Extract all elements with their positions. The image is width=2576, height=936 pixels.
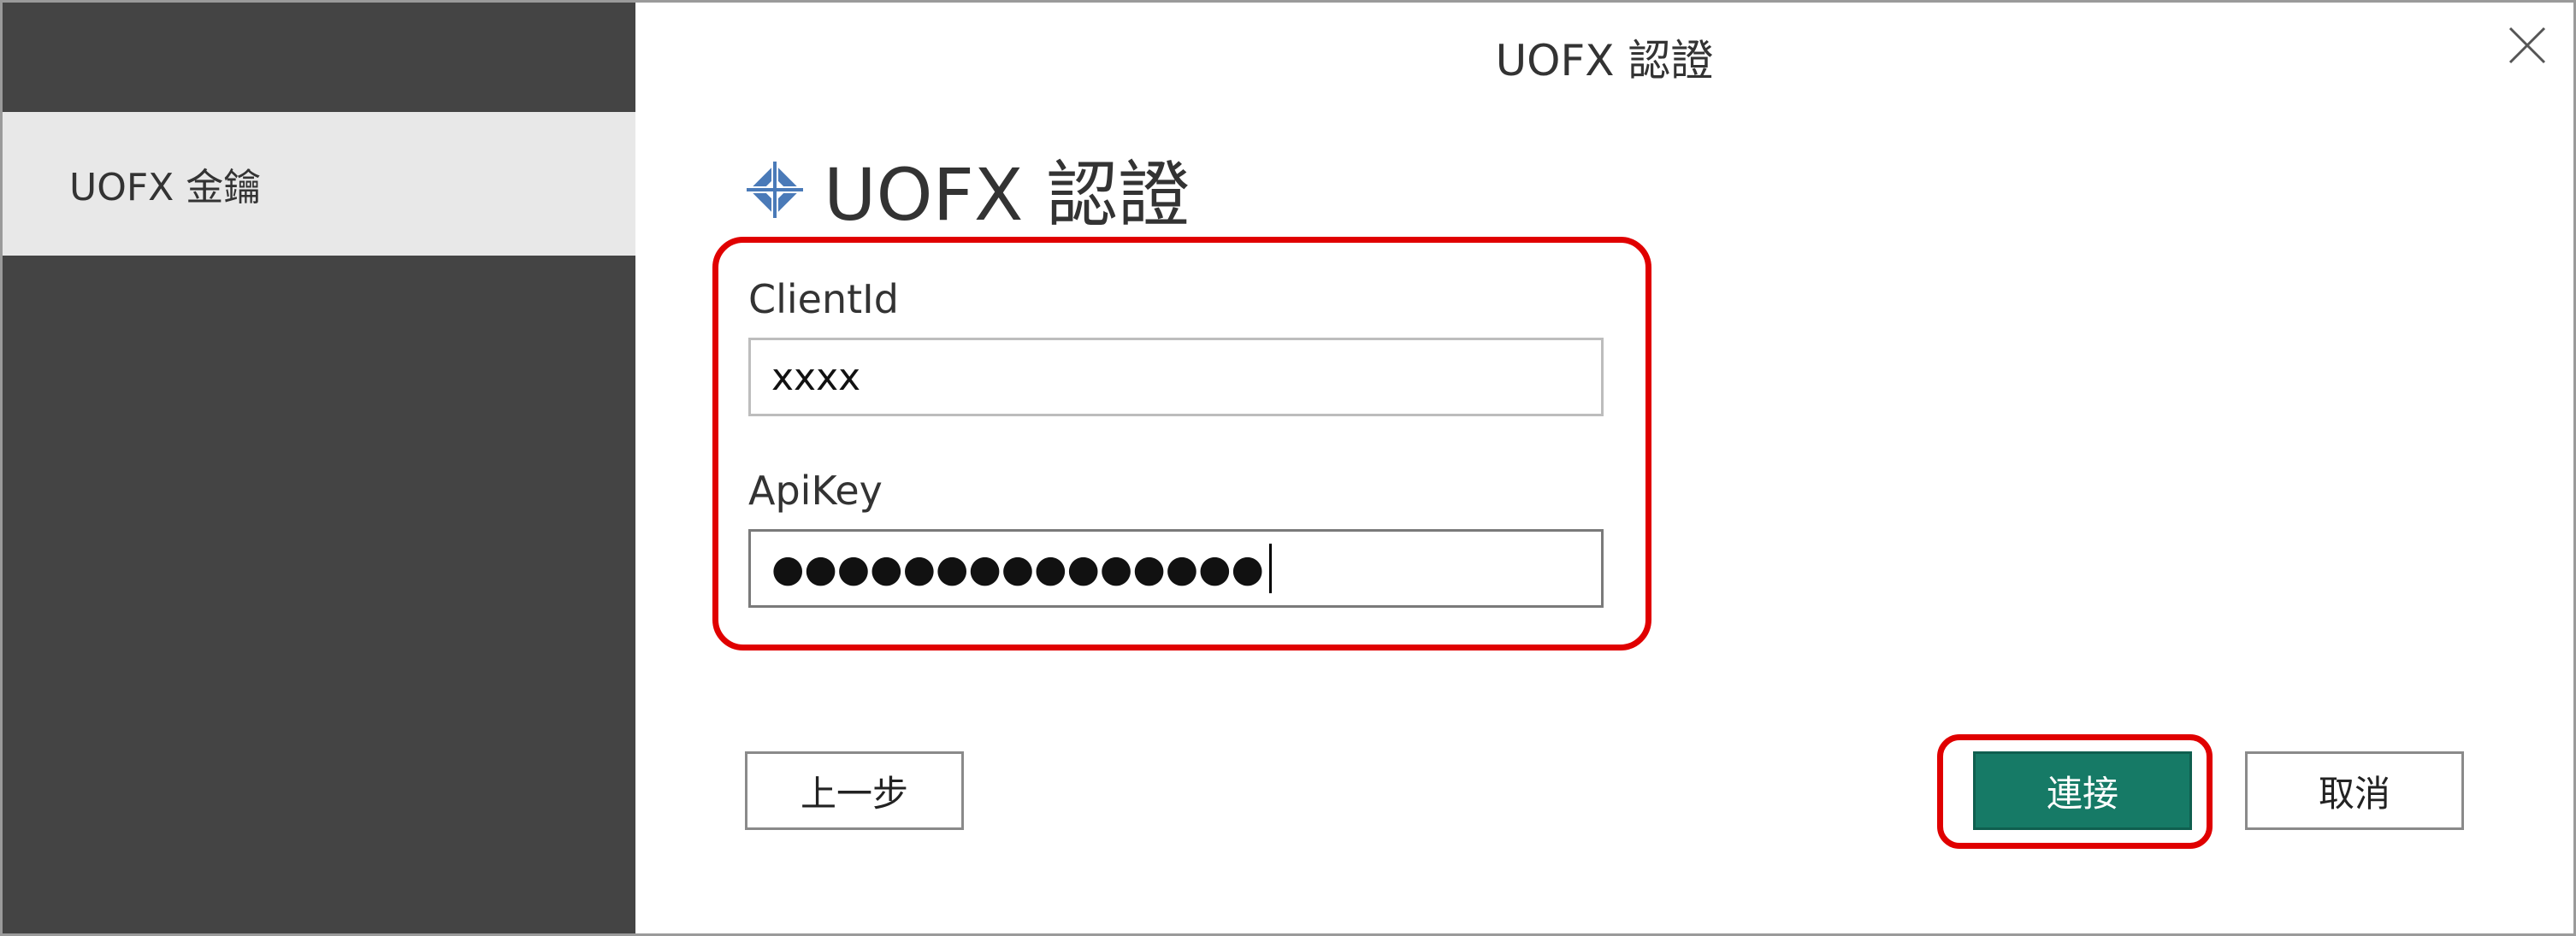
connect-button[interactable]: 連接 [1973,751,2192,830]
diamond-connector-icon [745,159,805,220]
sidebar-item-label: UOFX 金鑰 [69,166,262,209]
back-button[interactable]: 上一步 [745,751,964,830]
auth-dialog: UOFX 金鑰 UOFX 認證 UOFX 認證 ClientId xxxx Ap… [0,0,2576,936]
page-title: UOFX 認證 [824,153,1191,237]
api-key-input[interactable]: ●●●●●●●●●●●●●●● [748,529,1604,608]
api-key-label: ApiKey [748,468,883,514]
client-id-input[interactable]: xxxx [748,338,1604,416]
window-title: UOFX 認證 [1495,36,1714,85]
client-id-label: ClientId [748,276,899,322]
close-icon [2508,26,2546,64]
page-heading: UOFX 認證 [745,138,1190,241]
cancel-button[interactable]: 取消 [2245,751,2464,830]
api-key-masked-value: ●●●●●●●●●●●●●●● [771,546,1264,591]
text-caret [1268,544,1272,593]
sidebar: UOFX 金鑰 [3,3,635,933]
sidebar-item-uofx-key[interactable]: UOFX 金鑰 [3,112,635,256]
client-id-value: xxxx [771,355,861,399]
close-button[interactable] [2502,20,2553,71]
